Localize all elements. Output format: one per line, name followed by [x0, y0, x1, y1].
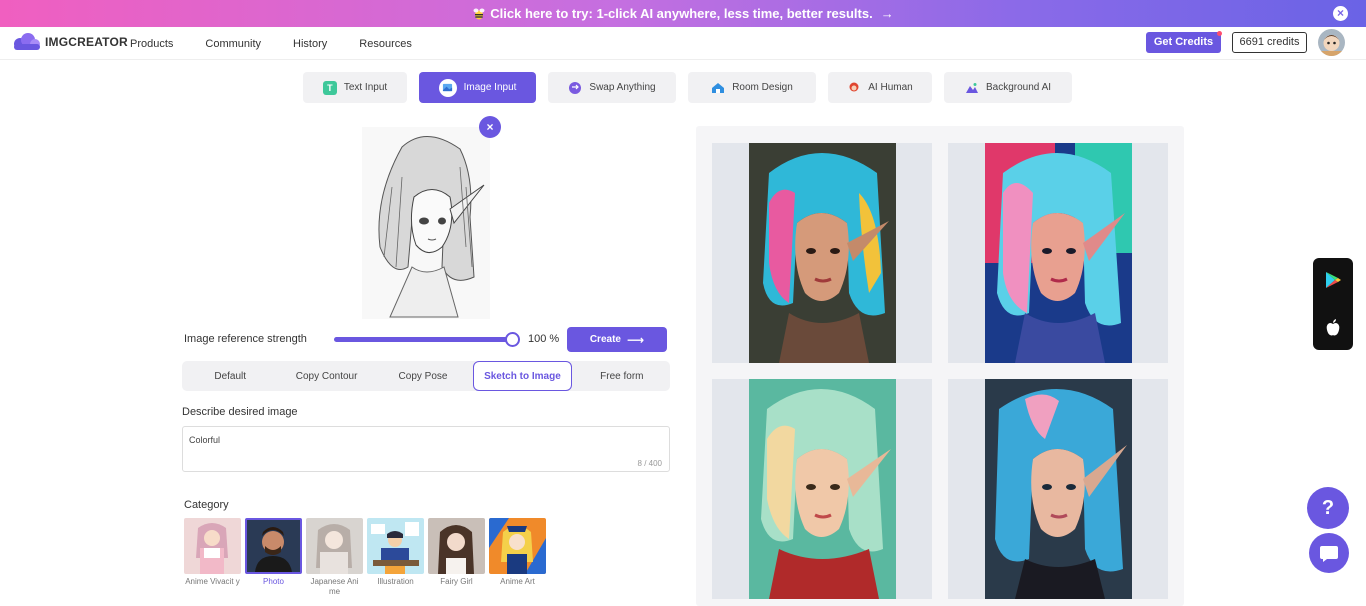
house-icon — [711, 81, 725, 95]
category-thumbnail — [428, 518, 485, 574]
category-anime-art[interactable]: Anime Art — [489, 518, 546, 597]
category-thumbnail — [306, 518, 363, 574]
category-japanese-anime[interactable]: Japanese Ani me — [306, 518, 363, 597]
text-icon: T — [322, 80, 337, 95]
category-illustration[interactable]: Illustration — [367, 518, 424, 597]
promo-banner[interactable]: Click here to try: 1-click AI anywhere, … — [0, 0, 1366, 27]
mode-free-form[interactable]: Free form — [574, 361, 670, 391]
category-name: Illustration — [377, 577, 414, 586]
tab-room-design[interactable]: Room Design — [688, 72, 816, 103]
arrow-right-icon: ⟶ — [626, 332, 645, 347]
create-button[interactable]: Create ⟶ — [567, 327, 667, 352]
input-tabs: T Text Input Image Input Swap Anything R… — [303, 72, 1084, 103]
logo[interactable]: IMGCREATOR — [12, 32, 128, 52]
apple-icon[interactable] — [1323, 318, 1343, 338]
char-counter: 8 / 400 — [637, 459, 662, 468]
mode-copy-pose[interactable]: Copy Pose — [375, 361, 471, 391]
get-credits-label: Get Credits — [1153, 36, 1214, 48]
nav-products[interactable]: Products — [130, 38, 173, 50]
chat-icon — [1320, 546, 1338, 562]
create-label: Create — [589, 334, 621, 345]
banner-text[interactable]: Click here to try: 1-click AI anywhere, … — [490, 6, 872, 21]
category-label: Category — [184, 499, 229, 511]
tab-label: Image Input — [463, 82, 517, 93]
category-list: Anime Vivacit y Photo Japanese Ani me Il… — [184, 518, 550, 597]
tab-swap-anything[interactable]: Swap Anything — [548, 72, 676, 103]
tab-label: Swap Anything — [589, 82, 656, 93]
nav-links: Products Community History Resources — [130, 38, 444, 50]
describe-textarea[interactable]: Colorful 8 / 400 — [182, 426, 670, 472]
category-name: Fairy Girl — [440, 577, 473, 586]
describe-value: Colorful — [189, 435, 221, 445]
notification-dot — [1217, 31, 1222, 36]
mountain-icon — [965, 81, 979, 95]
result-image-4[interactable] — [948, 379, 1168, 599]
results-panel — [696, 126, 1184, 606]
category-thumbnail — [184, 518, 241, 574]
category-name: Anime Vivacit y — [185, 577, 240, 586]
nav-resources[interactable]: Resources — [359, 38, 412, 50]
mode-copy-contour[interactable]: Copy Contour — [278, 361, 374, 391]
nav-community[interactable]: Community — [205, 38, 261, 50]
strength-label: Image reference strength — [184, 333, 307, 345]
tab-label: Text Input — [343, 82, 388, 93]
top-nav: IMGCREATOR Products Community History Re… — [0, 27, 1366, 60]
credits-badge[interactable]: 6691 credits — [1232, 32, 1307, 53]
mode-sketch-to-image[interactable]: Sketch to Image — [473, 361, 572, 391]
describe-label: Describe desired image — [182, 406, 298, 418]
help-button[interactable]: ? — [1307, 487, 1349, 529]
uploaded-sketch-image — [362, 127, 490, 319]
chat-button[interactable] — [1309, 533, 1349, 573]
category-anime-vivacity[interactable]: Anime Vivacit y — [184, 518, 241, 597]
google-play-icon[interactable] — [1323, 270, 1343, 290]
tab-ai-human[interactable]: AI Human — [828, 72, 932, 103]
tab-label: Background AI — [985, 82, 1052, 93]
result-image-2[interactable] — [948, 143, 1168, 363]
image-icon — [438, 78, 457, 97]
arrow-right-icon: → — [880, 6, 894, 21]
nav-history[interactable]: History — [293, 38, 327, 50]
human-icon — [847, 81, 861, 95]
mode-selector: Default Copy Contour Copy Pose Sketch to… — [182, 361, 670, 391]
tab-image-input[interactable]: Image Input — [419, 72, 536, 103]
get-credits-button[interactable]: Get Credits — [1146, 31, 1222, 53]
tab-label: AI Human — [868, 82, 913, 93]
category-thumbnail — [245, 518, 302, 574]
category-name: Anime Art — [500, 577, 535, 586]
category-thumbnail — [367, 518, 424, 574]
brand-name: IMGCREATOR — [45, 35, 128, 49]
avatar[interactable] — [1318, 29, 1345, 56]
tab-text-input[interactable]: T Text Input — [303, 72, 407, 103]
mode-default[interactable]: Default — [182, 361, 278, 391]
tab-background-ai[interactable]: Background AI — [944, 72, 1072, 103]
swap-icon — [568, 81, 582, 95]
app-store-links — [1313, 258, 1353, 350]
strength-slider-track[interactable] — [334, 337, 515, 342]
logo-icon — [14, 33, 40, 50]
category-name: Japanese Ani me — [310, 577, 359, 596]
category-name: Photo — [263, 577, 284, 586]
bee-icon — [473, 8, 485, 19]
category-thumbnail — [489, 518, 546, 574]
category-fairy-girl[interactable]: Fairy Girl — [428, 518, 485, 597]
strength-value: 100 % — [528, 333, 560, 345]
result-image-1[interactable] — [712, 143, 932, 363]
remove-image-button[interactable]: × — [479, 116, 501, 138]
strength-slider-handle[interactable] — [505, 332, 520, 347]
tab-label: Room Design — [732, 82, 793, 93]
result-image-3[interactable] — [712, 379, 932, 599]
close-icon[interactable]: × — [1333, 6, 1348, 21]
category-photo[interactable]: Photo — [245, 518, 302, 597]
